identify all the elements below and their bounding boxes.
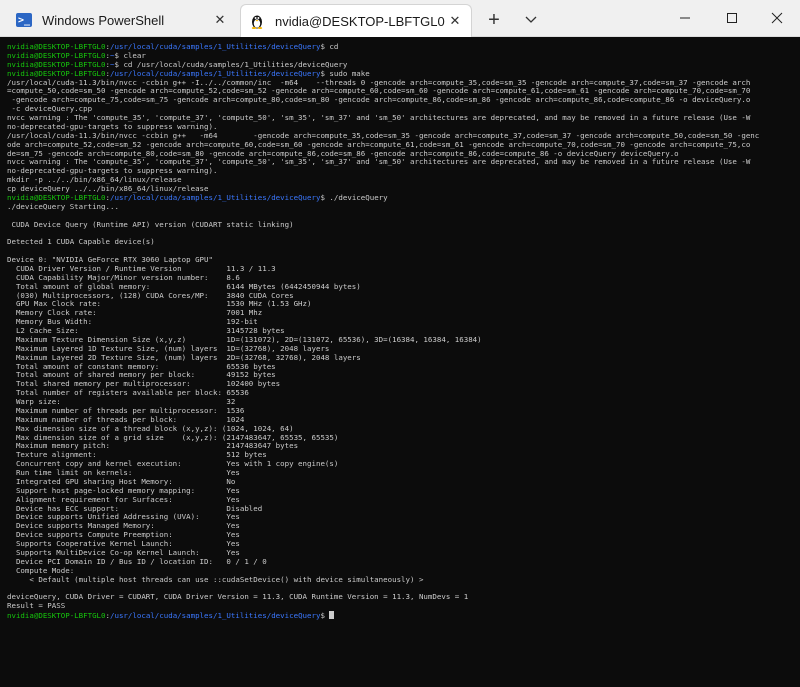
title-bar: >_ Windows PowerShell ✕ nvidia@DESKTOP-L… (0, 0, 800, 37)
terminal-line: Device PCI Domain ID / Bus ID / location… (7, 556, 800, 567)
terminal-line: Detected 1 CUDA Capable device(s) (7, 237, 800, 247)
line-text: Supports Cooperative Kernel Launch: Yes (7, 539, 240, 548)
line-text: $ (320, 611, 330, 620)
line-text: Run time limit on kernels: Yes (7, 468, 240, 477)
line-text: Alignment requirement for Surfaces: Yes (7, 494, 240, 504)
line-text: Max dimension size of a grid size (x,y,z… (7, 432, 339, 442)
prompt-path: /usr/local/cuda/samples/1_Utilities/devi… (110, 192, 321, 202)
line-text: Integrated GPU sharing Host Memory: No (7, 476, 236, 486)
close-window-button[interactable] (754, 0, 800, 36)
tab-powershell[interactable]: >_ Windows PowerShell ✕ (8, 4, 236, 36)
line-text: Maximum number of threads per block: 102… (7, 414, 245, 424)
line-text: $ cd /usr/local/cuda/samples/1_Utilities… (114, 59, 348, 69)
line-text: Total shared memory per multiprocessor: … (7, 379, 281, 389)
prompt-path: /usr/local/cuda/samples/1_Utilities/devi… (110, 68, 321, 78)
prompt-user: nvidia@DESKTOP-LBFTGL0 (7, 611, 106, 620)
text-cursor (329, 611, 335, 619)
line-text: no-deprecated-gpu-targets to suppress wa… (7, 121, 218, 131)
line-text: Maximum Layered 1D Texture Size, (num) l… (7, 343, 330, 353)
line-text: Device has ECC support: Disabled (7, 503, 263, 513)
line-text: de=sm_75 -gencode arch=compute_80,code=s… (7, 148, 679, 158)
new-tab-button[interactable]: + (482, 9, 506, 31)
terminal-line: deviceQuery, CUDA Driver = CUDART, CUDA … (7, 592, 800, 602)
line-text: $ cd (320, 42, 339, 51)
line-text: no-deprecated-gpu-targets to suppress wa… (7, 166, 218, 176)
line-text: deviceQuery, CUDA Driver = CUDART, CUDA … (7, 592, 469, 602)
prompt-path: /usr/local/cuda/samples/1_Utilities/devi… (110, 611, 321, 620)
line-text: Result = PASS (7, 601, 66, 611)
line-text: Compute Mode: (7, 565, 75, 575)
line-text: $ ./deviceQuery (320, 192, 388, 202)
line-text: CUDA Capability Major/Minor version numb… (7, 272, 240, 282)
line-text: Device supports Compute Preemption: Yes (7, 530, 240, 540)
linux-tux-icon (249, 13, 265, 29)
line-text: Maximum number of threads per multiproce… (7, 405, 245, 415)
line-text: Total number of registers available per … (7, 388, 249, 398)
line-text: Detected 1 CUDA Capable device(s) (7, 237, 155, 247)
line-text: Device supports Managed Memory: Yes (7, 521, 240, 531)
line-text: /usr/local/cuda-11.3/bin/nvcc -ccbin g++… (7, 130, 760, 140)
prompt-user: nvidia@DESKTOP-LBFTGL0 (7, 59, 106, 69)
line-text: ode arch=compute_52,code=sm_52 -gencode … (7, 139, 751, 149)
powershell-icon: >_ (16, 13, 32, 27)
line-text: Device 0: "NVIDIA GeForce RTX 3060 Lapto… (7, 255, 213, 264)
line-text: Warp size: 32 (7, 397, 236, 406)
line-text: Maximum Layered 2D Texture Size, (num) l… (7, 352, 361, 362)
prompt-user: nvidia@DESKTOP-LBFTGL0 (7, 68, 106, 78)
chevron-down-icon[interactable] (520, 9, 542, 31)
line-text: Total amount of global memory: 6144 MByt… (7, 281, 361, 291)
line-text: L2 Cache Size: 3145728 bytes (7, 326, 285, 335)
line-text: /usr/local/cuda-11.3/bin/nvcc -ccbin g++… (7, 77, 751, 87)
line-text: -c deviceQuery.cpp (7, 104, 93, 114)
line-text: < Default (multiple host threads can use… (7, 574, 424, 584)
terminal-line: Result = PASS (7, 601, 800, 611)
line-text: nvcc warning : The 'compute_35', 'comput… (7, 157, 751, 167)
line-text: GPU Max Clock rate: 1530 MHz (1.53 GHz) (7, 299, 312, 309)
line-text: Memory Clock rate: 7001 Mhz (7, 308, 263, 318)
line-text: Support host page-locked memory mapping:… (7, 485, 240, 495)
line-text: Supports MultiDevice Co-op Kernel Launch… (7, 547, 240, 557)
line-text: Maximum Texture Dimension Size (x,y,z) 1… (7, 334, 482, 344)
prompt-user: nvidia@DESKTOP-LBFTGL0 (7, 192, 106, 202)
line-text: CUDA Device Query (Runtime API) version … (7, 219, 294, 229)
line-text: Maximum memory pitch: 2147483647 bytes (7, 441, 299, 451)
line-text: Memory Bus Width: 192-bit (7, 317, 258, 327)
line-text: =compute_50,code=sm_50 -gencode arch=com… (7, 86, 751, 96)
close-tab-icon[interactable]: ✕ (210, 10, 230, 30)
line-text: CUDA Driver Version / Runtime Version 11… (7, 263, 276, 273)
line-text: Concurrent copy and kernel execution: Ye… (7, 459, 339, 469)
prompt-path: /usr/local/cuda/samples/1_Utilities/devi… (110, 42, 321, 51)
line-text: Texture alignment: 512 bytes (7, 450, 267, 460)
line-text: nvcc warning : The 'compute_35', 'comput… (7, 113, 751, 122)
line-text: Total amount of constant memory: 65536 b… (7, 361, 276, 371)
terminal-line: ./deviceQuery Starting... (7, 201, 800, 212)
line-text: cp deviceQuery ../../bin/x86_64/linux/re… (7, 184, 209, 193)
line-text: mkdir -p ../../bin/x86_64/linux/release (7, 175, 182, 185)
maximize-button[interactable] (709, 0, 755, 36)
terminal-line: -gencode arch=compute_75,code=sm_75 -gen… (7, 95, 800, 105)
close-tab-icon[interactable]: ✕ (445, 11, 465, 31)
terminal-line: nvidia@DESKTOP-LBFTGL0:/usr/local/cuda/s… (7, 192, 800, 203)
prompt-user: nvidia@DESKTOP-LBFTGL0 (7, 42, 106, 51)
line-text: Device PCI Domain ID / Bus ID / location… (7, 556, 267, 566)
line-text: ./deviceQuery Starting... (7, 201, 119, 211)
minimize-button[interactable] (662, 0, 708, 36)
terminal-line: nvidia@DESKTOP-LBFTGL0:/usr/local/cuda/s… (7, 611, 800, 620)
line-text: -gencode arch=compute_75,code=sm_75 -gen… (7, 95, 751, 105)
tab-title: nvidia@DESKTOP-LBFTGL0: /u (275, 13, 445, 29)
line-text: Max dimension size of a thread block (x,… (7, 423, 294, 433)
terminal-output[interactable]: nvidia@DESKTOP-LBFTGL0:/usr/local/cuda/s… (0, 37, 800, 687)
line-text: Device supports Unified Addressing (UVA)… (7, 512, 240, 522)
tab-ubuntu[interactable]: nvidia@DESKTOP-LBFTGL0: /u ✕ (240, 4, 472, 37)
line-text: $ sudo make (320, 68, 370, 78)
scrollbar[interactable] (794, 37, 800, 687)
terminal-line: < Default (multiple host threads can use… (7, 574, 800, 585)
terminal-line: CUDA Device Query (Runtime API) version … (7, 219, 800, 230)
line-text: $ clear (114, 50, 146, 60)
prompt-user: nvidia@DESKTOP-LBFTGL0 (7, 50, 106, 60)
tab-title: Windows PowerShell (42, 12, 165, 28)
line-text: (030) Multiprocessors, (128) CUDA Cores/… (7, 290, 294, 300)
line-text: Total amount of shared memory per block:… (7, 370, 276, 380)
